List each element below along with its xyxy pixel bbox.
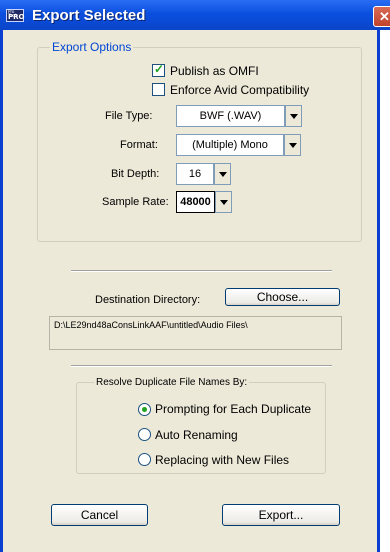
destination-path: D:\LE29nd48aConsLinkAAF\untitled\Audio F… xyxy=(54,320,248,330)
chevron-down-icon[interactable] xyxy=(214,163,231,185)
bit-depth-label: Bit Depth: xyxy=(111,168,160,180)
sample-rate-label: Sample Rate: xyxy=(102,196,169,208)
bit-depth-dropdown[interactable]: 16 xyxy=(176,163,231,185)
chevron-down-icon[interactable] xyxy=(285,105,302,127)
sample-rate-dropdown[interactable]: 48000 xyxy=(176,191,232,213)
close-button[interactable]: ✕ xyxy=(373,6,390,27)
chevron-down-icon[interactable] xyxy=(284,134,301,156)
file-type-value: BWF (.WAV) xyxy=(199,110,262,122)
radio-selected-dot xyxy=(142,407,147,412)
bit-depth-value: 16 xyxy=(188,168,202,180)
export-options-legend: Export Options xyxy=(50,40,134,54)
sample-rate-value: 48000 xyxy=(180,196,211,208)
radio-replacing-label[interactable]: Replacing with New Files xyxy=(155,453,289,467)
separator-bottom xyxy=(71,365,332,367)
resolve-duplicates-legend: Resolve Duplicate File Names By: xyxy=(94,377,250,388)
separator-top xyxy=(71,270,332,272)
publish-omfi-label[interactable]: Publish as OMFI xyxy=(170,64,259,78)
export-button[interactable]: Export... xyxy=(222,504,340,526)
cancel-button[interactable]: Cancel xyxy=(51,504,148,526)
checkmark-icon: ✓ xyxy=(154,62,165,76)
destination-path-field: D:\LE29nd48aConsLinkAAF\untitled\Audio F… xyxy=(49,316,342,350)
destination-label: Destination Directory: xyxy=(95,294,201,306)
choose-button[interactable]: Choose... xyxy=(225,288,340,306)
format-label: Format: xyxy=(120,139,158,151)
radio-auto-renaming-label[interactable]: Auto Renaming xyxy=(155,428,238,442)
radio-auto-renaming[interactable] xyxy=(138,428,151,441)
close-icon: ✕ xyxy=(379,9,390,24)
app-icon: Pro Tools PRO xyxy=(6,9,24,22)
publish-omfi-checkbox[interactable]: ✓ xyxy=(152,62,165,77)
app-icon-label: PRO xyxy=(8,13,25,21)
format-dropdown[interactable]: (Multiple) Mono xyxy=(176,134,301,156)
file-type-label: File Type: xyxy=(105,110,153,122)
radio-prompting-label[interactable]: Prompting for Each Duplicate xyxy=(155,402,311,416)
window-title: Export Selected xyxy=(32,7,146,24)
radio-replacing[interactable] xyxy=(138,453,151,466)
format-value: (Multiple) Mono xyxy=(192,139,268,151)
chevron-down-icon[interactable] xyxy=(215,191,232,213)
enforce-avid-checkbox[interactable] xyxy=(152,83,165,96)
radio-prompting[interactable] xyxy=(138,403,151,416)
file-type-dropdown[interactable]: BWF (.WAV) xyxy=(176,105,302,127)
enforce-avid-label[interactable]: Enforce Avid Compatibility xyxy=(170,83,309,97)
title-bar[interactable]: Pro Tools PRO Export Selected ✕ xyxy=(0,0,390,30)
